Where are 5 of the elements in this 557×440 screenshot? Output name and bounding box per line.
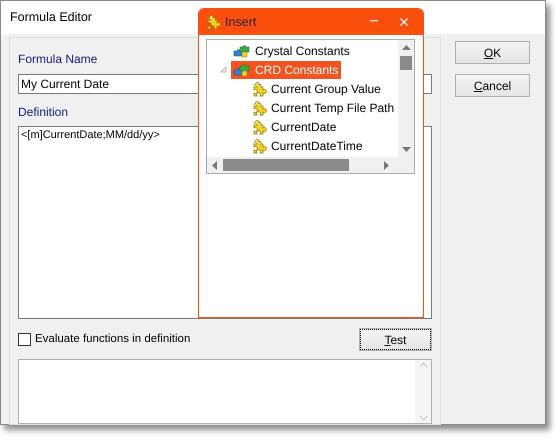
window-title: Formula Editor: [10, 9, 92, 26]
checkbox-label: Evaluate functions in definition: [35, 332, 190, 347]
field-label: Definition: [18, 104, 68, 121]
field-label: Formula Name: [18, 51, 98, 68]
popup-title: Insert: [225, 14, 256, 31]
